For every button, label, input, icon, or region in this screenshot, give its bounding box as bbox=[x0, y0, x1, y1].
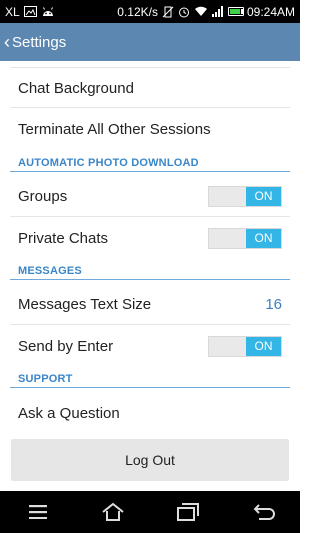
chevron-left-icon[interactable]: ‹ bbox=[4, 33, 10, 51]
groups-toggle[interactable]: ON bbox=[208, 185, 282, 207]
signal-icon bbox=[211, 5, 224, 19]
navigation-bar bbox=[0, 491, 300, 533]
row-label: Messages Text Size bbox=[18, 295, 152, 313]
alarm-icon bbox=[178, 5, 190, 19]
messages-text-size-row[interactable]: Messages Text Size 16 bbox=[0, 286, 300, 322]
action-bar: ‹ Settings bbox=[0, 23, 300, 61]
row-label: Chat Background bbox=[18, 79, 134, 97]
section-header-support: SUPPORT bbox=[10, 370, 290, 388]
send-by-enter-toggle[interactable]: ON bbox=[208, 335, 282, 357]
battery-icon bbox=[227, 5, 244, 19]
menu-icon[interactable] bbox=[20, 497, 56, 527]
settings-list[interactable]: Chat Background Terminate All Other Sess… bbox=[0, 61, 300, 491]
terminate-sessions-row[interactable]: Terminate All Other Sessions bbox=[0, 111, 300, 147]
carrier-label: XL bbox=[5, 4, 20, 19]
chat-background-row[interactable]: Chat Background bbox=[0, 70, 300, 106]
wifi-icon bbox=[194, 5, 208, 19]
groups-row[interactable]: Groups ON bbox=[0, 178, 300, 214]
ask-question-row[interactable]: Ask a Question bbox=[0, 395, 300, 431]
private-chats-toggle[interactable]: ON bbox=[208, 227, 282, 249]
row-label: Send by Enter bbox=[18, 337, 114, 355]
divider bbox=[10, 216, 290, 217]
section-header-messages: MESSAGES bbox=[10, 262, 290, 280]
private-chats-row[interactable]: Private Chats ON bbox=[0, 220, 300, 256]
network-speed: 0.12K/s bbox=[117, 4, 158, 19]
page-title[interactable]: Settings bbox=[12, 34, 66, 51]
row-label: Ask a Question bbox=[18, 404, 120, 422]
divider bbox=[10, 67, 290, 68]
row-label: Terminate All Other Sessions bbox=[18, 120, 211, 138]
image-icon bbox=[23, 5, 37, 19]
divider bbox=[10, 324, 290, 325]
recent-apps-icon[interactable] bbox=[170, 497, 206, 527]
clock: 09:24AM bbox=[246, 4, 295, 19]
home-icon[interactable] bbox=[95, 497, 131, 527]
section-header-auto-photo: AUTOMATIC PHOTO DOWNLOAD bbox=[10, 154, 290, 172]
status-bar: XL 0.12K/s 09:24AM bbox=[0, 0, 300, 23]
text-size-value: 16 bbox=[265, 295, 282, 313]
android-icon bbox=[41, 5, 55, 19]
log-out-button[interactable]: Log Out bbox=[11, 439, 289, 481]
back-icon[interactable] bbox=[245, 497, 281, 527]
send-by-enter-row[interactable]: Send by Enter ON bbox=[0, 328, 300, 364]
row-label: Groups bbox=[18, 187, 68, 205]
divider bbox=[10, 107, 290, 108]
mute-vibrate-icon bbox=[162, 5, 174, 19]
row-label: Private Chats bbox=[18, 229, 109, 247]
